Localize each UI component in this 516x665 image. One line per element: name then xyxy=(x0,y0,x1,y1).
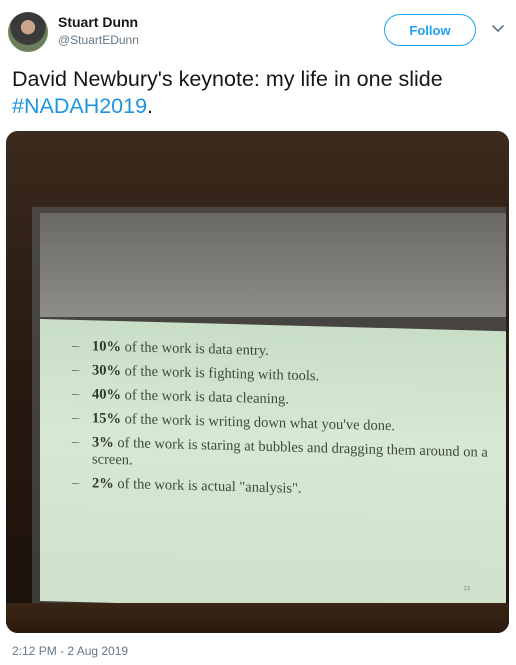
slide: 10% of the work is data entry. 30% of th… xyxy=(40,319,506,614)
slide-item: 30% of the work is fighting with tools. xyxy=(68,362,488,390)
slide-item: 40% of the work is data cleaning. xyxy=(68,386,488,414)
chevron-down-icon[interactable] xyxy=(490,20,506,36)
slide-page-number: 13 xyxy=(463,586,470,593)
slide-item: 3% of the work is staring at bubbles and… xyxy=(68,434,488,479)
tweet-photo[interactable]: 10% of the work is data entry. 30% of th… xyxy=(6,131,509,633)
tweet-text-main: David Newbury's keynote: my life in one … xyxy=(12,67,443,91)
tweet-header: Stuart Dunn @StuartEDunn Follow xyxy=(0,0,516,62)
avatar[interactable] xyxy=(8,12,48,52)
slide-item: 2% of the work is actual "analysis". xyxy=(68,475,488,503)
follow-button[interactable]: Follow xyxy=(384,14,476,46)
author-name[interactable]: Stuart Dunn xyxy=(58,14,138,30)
tweet-text-end: . xyxy=(147,94,154,118)
slide-item: 15% of the work is writing down what you… xyxy=(68,410,488,438)
projector-screen-upper xyxy=(40,213,506,317)
hashtag-link[interactable]: #NADAH2019 xyxy=(12,94,147,118)
stage-floor xyxy=(6,603,509,633)
author-handle[interactable]: @StuartEDunn xyxy=(58,33,139,47)
tweet-timestamp[interactable]: 2:12 PM - 2 Aug 2019 xyxy=(12,644,128,658)
slide-list: 10% of the work is data entry. 30% of th… xyxy=(68,338,488,510)
tweet-text: David Newbury's keynote: my life in one … xyxy=(12,66,507,120)
slide-item: 10% of the work is data entry. xyxy=(68,338,488,366)
